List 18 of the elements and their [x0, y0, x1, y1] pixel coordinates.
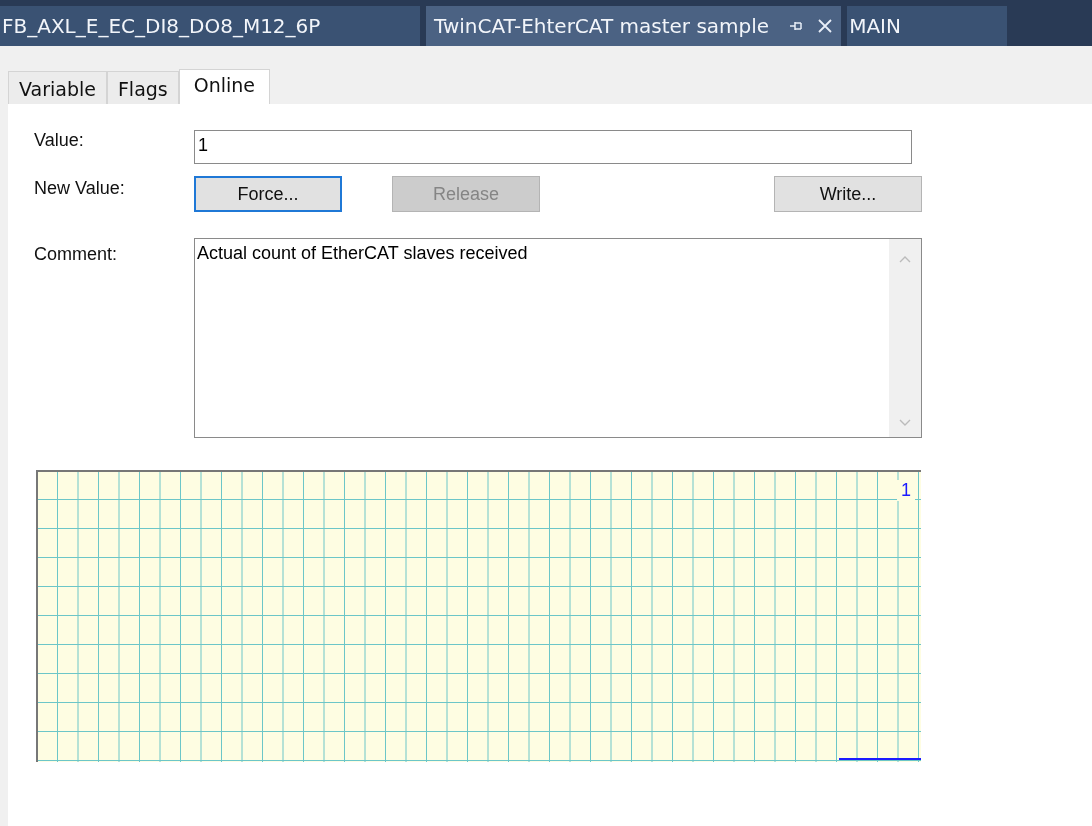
- comment-field[interactable]: Actual count of EtherCAT slaves received: [194, 238, 922, 438]
- property-tab[interactable]: Flags: [106, 71, 179, 104]
- property-tab[interactable]: Variable: [8, 71, 107, 104]
- action-button[interactable]: Write...: [774, 176, 922, 212]
- document-tab[interactable]: FB_AXL_E_EC_DI8_DO8_M12_6P: [0, 6, 420, 46]
- document-tab[interactable]: TwinCAT-EhterCAT master sample: [426, 6, 842, 46]
- pin-icon[interactable]: [789, 20, 804, 32]
- comment-label: Comment:: [34, 243, 119, 266]
- property-tab[interactable]: Online: [178, 69, 271, 104]
- action-button[interactable]: Force...: [194, 176, 342, 212]
- close-icon[interactable]: [817, 18, 834, 34]
- value-label: Value:: [34, 130, 85, 152]
- scrollbar[interactable]: [889, 239, 921, 437]
- value-field[interactable]: 1: [194, 130, 912, 164]
- scroll-down-icon[interactable]: [899, 419, 911, 427]
- new-value-label: New Value:: [34, 177, 126, 200]
- document-tab[interactable]: MAIN: [847, 6, 1008, 46]
- scroll-up-icon[interactable]: [899, 255, 911, 263]
